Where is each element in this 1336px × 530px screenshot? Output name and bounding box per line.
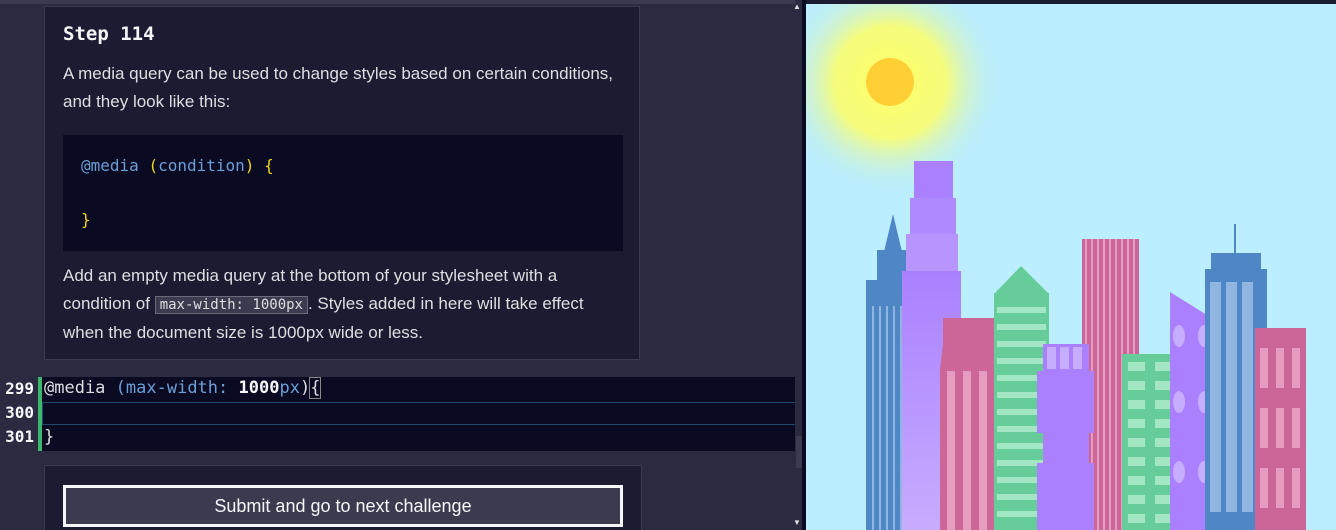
line-number: 301 bbox=[5, 427, 34, 446]
at-rule-keyword: @media bbox=[81, 156, 139, 175]
property-name: max-width bbox=[125, 378, 219, 398]
open-brace: { bbox=[309, 377, 322, 399]
example-code-line-2: } bbox=[81, 210, 91, 229]
submit-button[interactable]: Submit and go to next challenge bbox=[63, 485, 623, 527]
open-brace: { bbox=[264, 156, 274, 175]
condition-text: condition bbox=[158, 156, 245, 175]
close-paren: ) bbox=[299, 378, 311, 398]
step-title: Step 114 bbox=[63, 23, 155, 45]
open-paren: ( bbox=[148, 156, 159, 175]
scroll-down-arrow-icon[interactable]: ▼ bbox=[793, 518, 801, 527]
instructions-paragraph-2: Add an empty media query at the bottom o… bbox=[63, 262, 623, 347]
scroll-up-arrow-icon[interactable]: ▲ bbox=[793, 2, 801, 11]
code-editor[interactable]: 299 300 301 @media (max-width: 1000px){ … bbox=[0, 377, 801, 451]
line-number-gutter: 299 300 301 bbox=[0, 377, 38, 451]
preview-pane bbox=[806, 4, 1336, 530]
close-paren: ) bbox=[244, 156, 255, 175]
sun-icon bbox=[866, 58, 914, 106]
open-paren: ( bbox=[105, 378, 126, 398]
unit: px bbox=[279, 378, 300, 398]
challenge-panel: Step 114 A media query can be used to ch… bbox=[0, 0, 806, 530]
code-line-299[interactable]: @media (max-width: 1000px){ bbox=[44, 377, 322, 399]
at-rule-keyword: @media bbox=[44, 378, 106, 398]
building-pink-left bbox=[940, 318, 998, 530]
example-code-block: @media (condition) { } bbox=[63, 135, 623, 251]
active-line-highlight bbox=[42, 402, 800, 425]
code-line-301[interactable]: } bbox=[44, 427, 54, 447]
instructions-paragraph-1: A media query can be used to change styl… bbox=[63, 64, 614, 111]
example-code-line-1: @media (condition) { bbox=[81, 156, 274, 175]
top-border bbox=[0, 0, 806, 4]
building-purple-middle bbox=[1037, 344, 1094, 530]
line-number: 299 bbox=[5, 379, 34, 398]
building-pink-right bbox=[1255, 328, 1306, 530]
colon: : bbox=[218, 378, 229, 398]
instructions-panel: Step 114 A media query can be used to ch… bbox=[44, 6, 640, 360]
inline-code: max-width: 1000px bbox=[154, 296, 308, 314]
cityscape-illustration bbox=[806, 4, 1336, 530]
line-number: 300 bbox=[5, 403, 34, 422]
number-value: 1000 bbox=[228, 378, 280, 398]
